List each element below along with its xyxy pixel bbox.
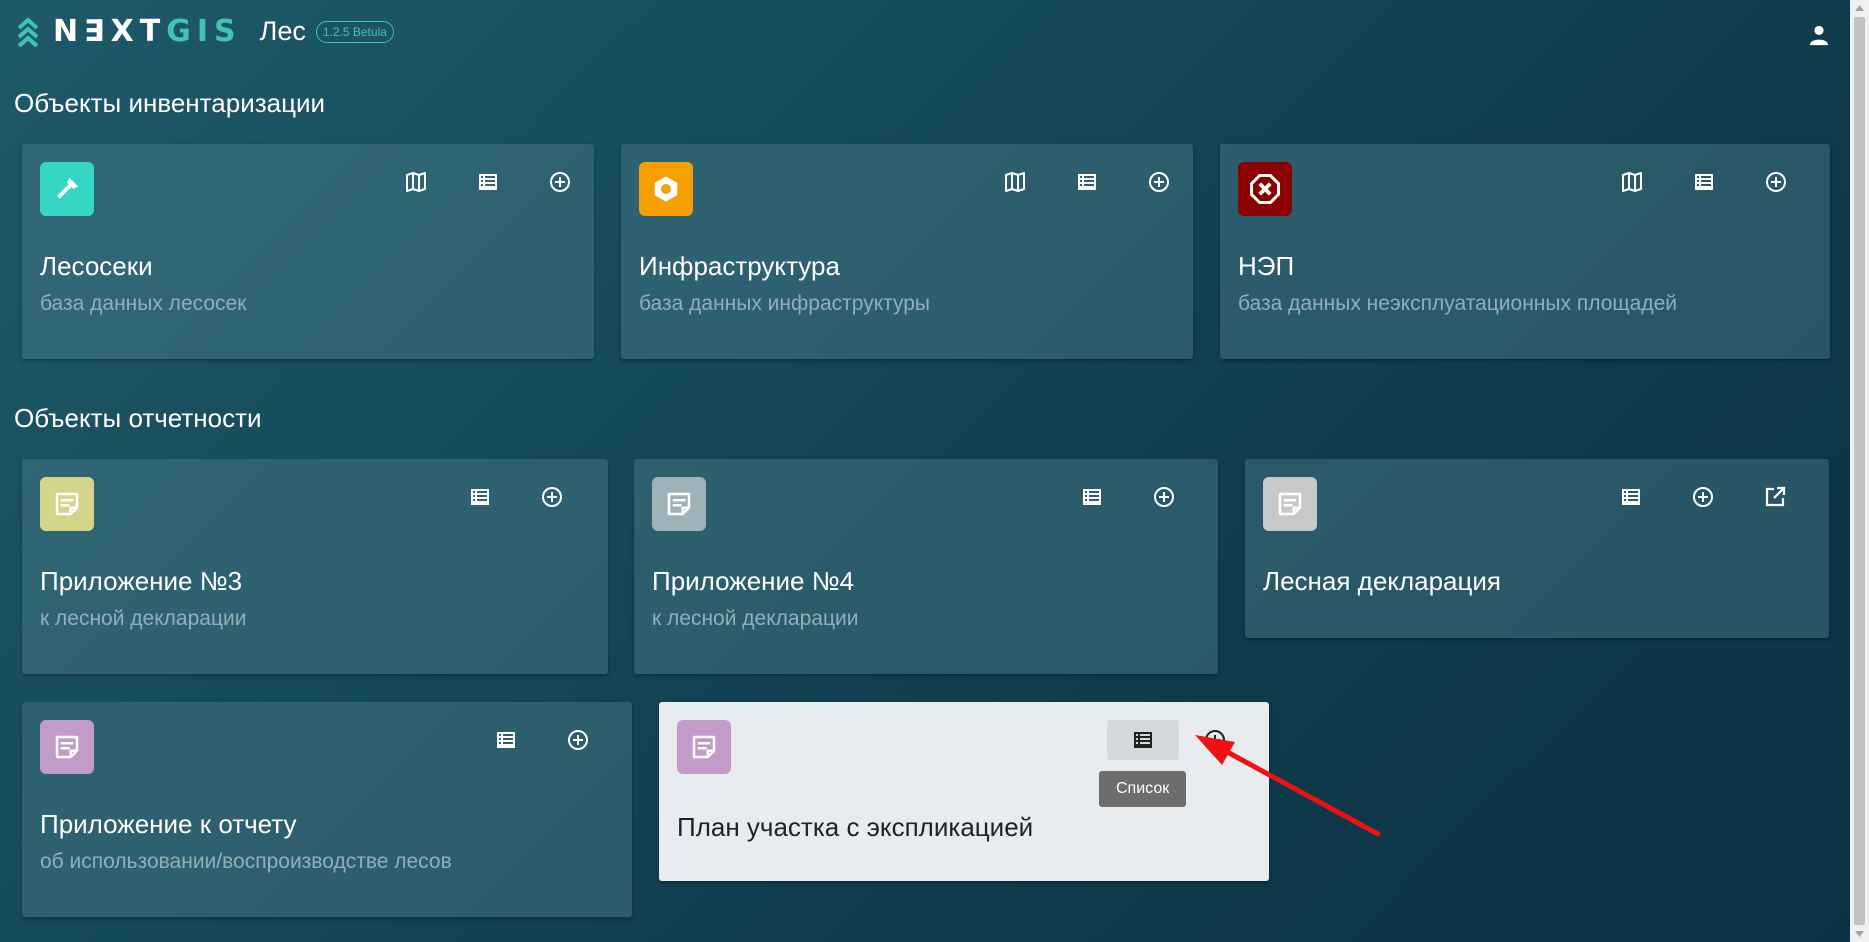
- logo-suffix: GIS: [166, 14, 242, 49]
- add-button[interactable]: [1139, 164, 1179, 200]
- card-lesoseki[interactable]: Лесосеки база данных лесосек: [22, 144, 594, 359]
- add-circle-icon: [1149, 172, 1169, 192]
- note-icon: [40, 720, 94, 774]
- map-button[interactable]: [995, 164, 1035, 200]
- scroll-down-icon[interactable]: [1854, 929, 1865, 939]
- list-icon: [1083, 489, 1101, 505]
- list-button[interactable]: [468, 164, 508, 200]
- card-forest-declaration[interactable]: Лесная декларация: [1245, 459, 1829, 638]
- list-icon: [1134, 732, 1152, 748]
- add-button[interactable]: [1683, 479, 1723, 515]
- add-button[interactable]: [558, 722, 598, 758]
- close-octagon-icon: [1238, 162, 1292, 216]
- logo-chevrons-icon: [17, 16, 39, 47]
- app-name: Лес: [259, 16, 306, 46]
- map-icon: [406, 172, 426, 192]
- open-external-button[interactable]: [1755, 479, 1795, 515]
- add-button[interactable]: [1756, 164, 1796, 200]
- card-title: Приложение №3: [40, 566, 243, 596]
- add-circle-icon: [1154, 487, 1174, 507]
- add-button[interactable]: [1144, 479, 1184, 515]
- card-subtitle: база данных инфраструктуры: [639, 292, 931, 315]
- scroll-up-icon[interactable]: [1854, 3, 1865, 13]
- list-button[interactable]: [486, 722, 526, 758]
- card-title: Приложение к отчету: [40, 809, 297, 839]
- version-badge: 1.2.5 Betula: [315, 20, 394, 43]
- card-report-appendix[interactable]: Приложение к отчету об использовании/вос…: [22, 702, 632, 917]
- open-external-icon: [1765, 486, 1786, 507]
- vertical-scrollbar[interactable]: [1850, 0, 1869, 942]
- card-appendix-4[interactable]: Приложение №4 к лесной декларации: [634, 459, 1218, 674]
- card-subtitle: к лесной декларации: [40, 607, 247, 630]
- user-account-icon[interactable]: [1808, 24, 1830, 46]
- list-icon: [1695, 174, 1713, 190]
- add-circle-icon: [542, 487, 562, 507]
- card-infrastructure[interactable]: Инфраструктура база данных инфраструктур…: [621, 144, 1193, 359]
- add-circle-icon: [1693, 487, 1713, 507]
- section-title-inventory: Объекты инвентаризации: [14, 88, 326, 118]
- card-subtitle: база данных лесосек: [40, 292, 247, 315]
- note-icon: [652, 477, 706, 531]
- card-subtitle: об использовании/воспроизводстве лесов: [40, 850, 452, 873]
- map-icon: [1005, 172, 1025, 192]
- pointer-arrow-icon: [1195, 735, 1381, 837]
- map-button[interactable]: [1612, 164, 1652, 200]
- logo-wordmark: N∃XTGIS: [53, 14, 242, 49]
- add-button[interactable]: [540, 164, 580, 200]
- add-circle-icon: [1766, 172, 1786, 192]
- logo-prefix: N∃XT: [53, 14, 167, 49]
- card-title: Лесная декларация: [1263, 566, 1501, 596]
- list-icon: [497, 732, 515, 748]
- list-button[interactable]: [1684, 164, 1724, 200]
- app-logo[interactable]: N∃XTGIS Лес 1.2.5 Betula: [17, 14, 394, 49]
- card-title: План участка с экспликацией: [677, 812, 1034, 842]
- card-title: Приложение №4: [652, 566, 855, 596]
- section-title-reports: Объекты отчетности: [14, 403, 262, 433]
- list-button[interactable]: [1107, 720, 1179, 760]
- scroll-thumb[interactable]: [1854, 17, 1865, 925]
- list-button[interactable]: [1067, 164, 1107, 200]
- list-button[interactable]: [1072, 479, 1112, 515]
- note-icon: [1263, 477, 1317, 531]
- add-circle-icon: [568, 730, 588, 750]
- top-bar: N∃XTGIS Лес 1.2.5 Betula: [0, 0, 1850, 70]
- list-button[interactable]: [460, 479, 500, 515]
- note-icon: [40, 477, 94, 531]
- note-icon: [677, 720, 731, 774]
- card-title: НЭП: [1238, 251, 1295, 281]
- list-button[interactable]: [1611, 479, 1651, 515]
- map-button[interactable]: [396, 164, 436, 200]
- add-button[interactable]: [532, 479, 572, 515]
- card-title: Лесосеки: [40, 251, 153, 281]
- card-subtitle: к лесной декларации: [652, 607, 859, 630]
- card-nep[interactable]: НЭП база данных неэксплуатационных площа…: [1220, 144, 1830, 359]
- card-title: Инфраструктура: [639, 251, 840, 281]
- list-icon: [1078, 174, 1096, 190]
- list-tooltip: Список: [1099, 771, 1187, 807]
- card-appendix-3[interactable]: Приложение №3 к лесной декларации: [22, 459, 608, 674]
- list-icon: [471, 489, 489, 505]
- card-subtitle: база данных неэксплуатационных площадей: [1238, 292, 1677, 315]
- axe-icon: [40, 162, 94, 216]
- map-icon: [1622, 172, 1642, 192]
- add-circle-icon: [550, 172, 570, 192]
- list-icon: [1622, 489, 1640, 505]
- settings-hex-icon: [639, 162, 693, 216]
- list-icon: [479, 174, 497, 190]
